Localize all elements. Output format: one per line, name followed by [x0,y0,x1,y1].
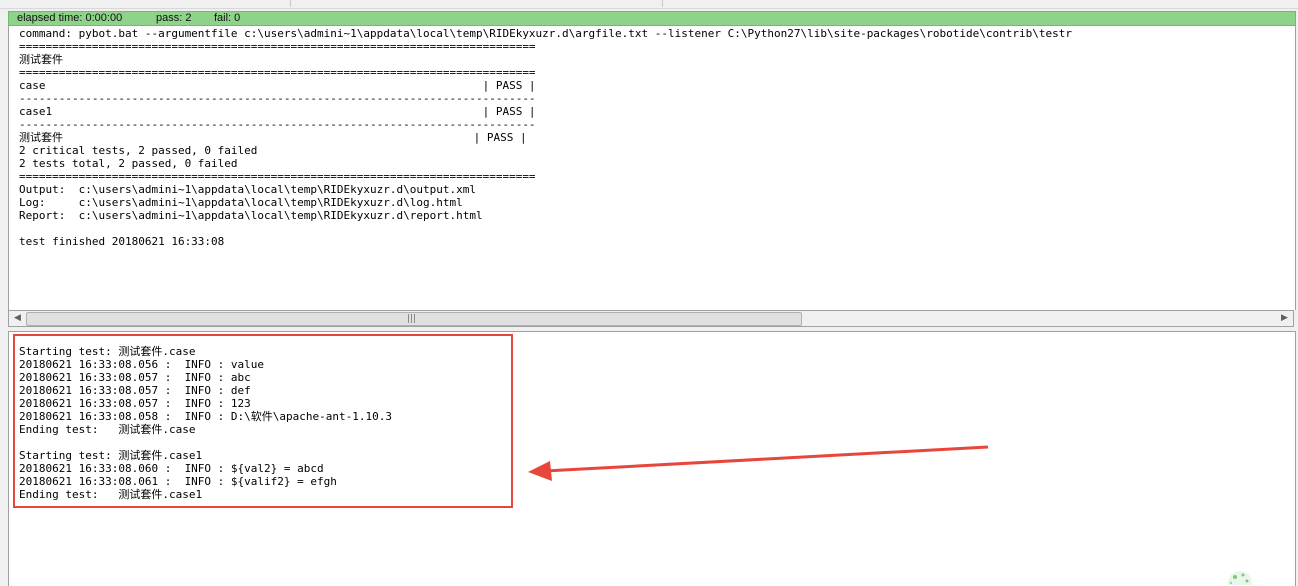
message-log-text: Starting test: 测试套件.case 20180621 16:33:0… [19,345,392,501]
output-line: ========================================… [19,66,536,79]
output-line: ----------------------------------------… [19,92,536,105]
log-line: Ending test: 测试套件.case [19,423,196,436]
output-line: Log: c:\users\admini~1\appdata\local\tem… [19,196,463,209]
log-line: Ending test: 测试套件.case1 [19,488,203,501]
toolbar-separator [290,0,291,7]
output-line: 2 tests total, 2 passed, 0 failed [19,157,238,170]
scroll-right-icon[interactable]: ▶ [1276,311,1293,326]
output-line: ----------------------------------------… [19,118,536,131]
fail-count-label: fail: 0 [214,12,241,24]
top-toolbar-strip [0,0,1298,9]
grip-icon: ||| [407,314,417,324]
output-line: 测试套件 [19,53,63,66]
log-line: 20180621 16:33:08.056 : INFO : value [19,358,265,371]
log-line: 20180621 16:33:08.057 : INFO : def [19,384,251,397]
log-line: Starting test: 测试套件.case [19,345,196,358]
log-line: 20180621 16:33:08.061 : INFO : ${valif2}… [19,475,337,488]
output-line: command: pybot.bat --argumentfile c:\use… [19,27,1072,40]
output-line: case1 | PASS | [19,105,536,118]
scroll-thumb[interactable]: ||| [26,312,802,326]
message-log-panel[interactable]: Starting test: 测试套件.case 20180621 16:33:0… [8,331,1296,586]
run-output-panel[interactable]: command: pybot.bat --argumentfile c:\use… [8,26,1296,310]
output-line: 2 critical tests, 2 passed, 0 failed [19,144,258,157]
pass-count-label: pass: 2 [156,12,192,24]
output-line: ========================================… [19,170,536,183]
run-status-bar: elapsed time: 0:00:00 pass: 2 fail: 0 [8,11,1296,26]
log-line: Starting test: 测试套件.case1 [19,449,203,462]
log-line: 20180621 16:33:08.058 : INFO : D:\软件\apa… [19,410,392,423]
output-line: Report: c:\users\admini~1\appdata\local\… [19,209,483,222]
log-line: 20180621 16:33:08.060 : INFO : ${val2} =… [19,462,324,475]
log-line: 20180621 16:33:08.057 : INFO : 123 [19,397,251,410]
run-output-text: command: pybot.bat --argumentfile c:\use… [19,27,1072,248]
output-line: case | PASS | [19,79,536,92]
elapsed-time-label: elapsed time: 0:00:00 [17,12,123,24]
output-line: test finished 20180621 16:33:08 [19,235,225,248]
output-line: ========================================… [19,40,536,53]
corner-decoration-icon [1228,571,1252,585]
scroll-left-icon[interactable]: ◀ [9,311,26,326]
horizontal-scrollbar[interactable]: ◀ ||| ▶ [8,310,1294,327]
output-line: Output: c:\users\admini~1\appdata\local\… [19,183,476,196]
output-line: 测试套件 | PASS | [19,131,527,144]
log-line: 20180621 16:33:08.057 : INFO : abc [19,371,251,384]
toolbar-separator [662,0,663,7]
